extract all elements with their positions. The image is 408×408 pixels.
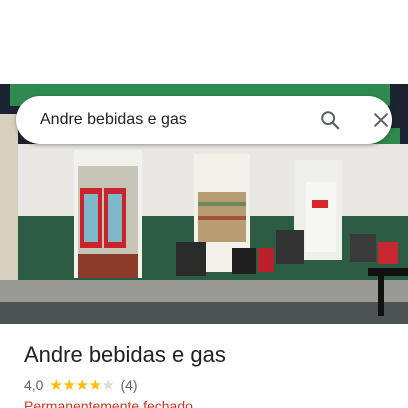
close-button[interactable]: [365, 104, 397, 136]
search-bar[interactable]: Andre bebidas e gas: [16, 96, 392, 144]
star-rating: ★ ★ ★ ★ ★: [49, 378, 114, 393]
search-button[interactable]: [314, 104, 346, 136]
search-icon: [321, 111, 340, 130]
place-title: Andre bebidas e gas: [24, 342, 226, 367]
status-badge: Permanentemente fechado: [24, 398, 193, 408]
rating-value: 4,0: [24, 377, 44, 393]
review-count[interactable]: (4): [120, 377, 137, 393]
star-filled-icon: ★: [75, 376, 89, 394]
star-empty-icon: ★: [101, 376, 115, 394]
close-icon: [374, 113, 388, 127]
star-filled-icon: ★: [88, 376, 102, 394]
search-input[interactable]: Andre bebidas e gas: [40, 96, 187, 144]
rating-row[interactable]: 4,0 ★ ★ ★ ★ ★ (4): [24, 375, 138, 395]
star-filled-icon: ★: [49, 376, 63, 394]
star-filled-icon: ★: [62, 376, 76, 394]
